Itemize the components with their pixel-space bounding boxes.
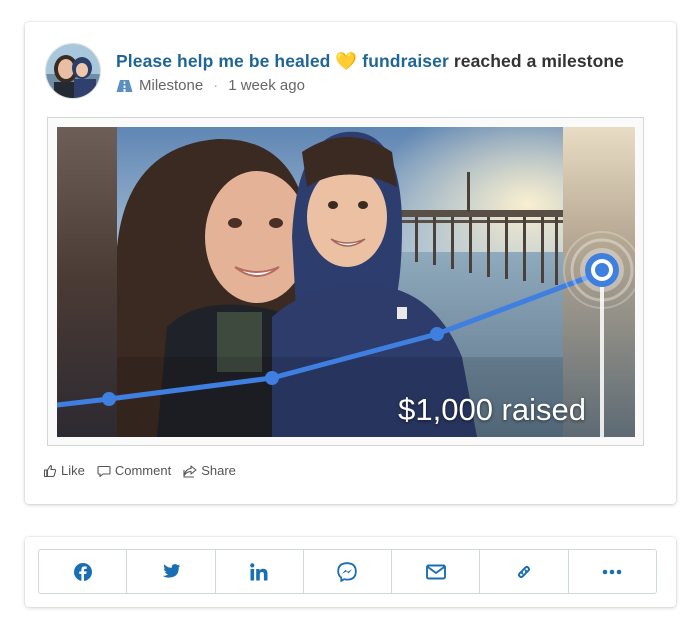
milestone-media[interactable]: $1,000 raised xyxy=(57,127,635,437)
copy-link-button[interactable] xyxy=(480,550,569,593)
post-headline: Please help me be healed 💛 fundraiser re… xyxy=(116,51,624,72)
headline-suffix: reached a milestone xyxy=(453,51,624,71)
fundraiser-word-link[interactable]: fundraiser xyxy=(362,51,449,71)
post-actions: Like Comment Share xyxy=(43,463,236,478)
linkedin-icon xyxy=(250,562,268,580)
comment-label: Comment xyxy=(114,463,172,478)
milestone-media-frame: $1,000 raised xyxy=(47,117,644,446)
yellow-heart-emoji: 💛 xyxy=(335,51,358,71)
comment-button[interactable]: Comment xyxy=(97,463,171,478)
thumbs-up-icon xyxy=(43,464,57,477)
progress-point xyxy=(430,327,444,341)
share-twitter-button[interactable] xyxy=(127,550,216,593)
fundraiser-title-link[interactable]: Please help me be healed xyxy=(116,51,330,71)
milestone-photo xyxy=(57,127,635,437)
share-email-button[interactable] xyxy=(392,550,481,593)
post-time: 1 week ago xyxy=(228,77,305,94)
share-facebook-button[interactable] xyxy=(39,550,128,593)
link-icon xyxy=(518,565,531,578)
facebook-icon xyxy=(73,562,92,581)
share-messenger-button[interactable] xyxy=(304,550,393,593)
post-meta: Milestone · 1 week ago xyxy=(116,77,305,94)
share-linkedin-button[interactable] xyxy=(216,550,304,593)
amount-raised-caption: $1,000 raised xyxy=(398,392,586,427)
milestone-label: Milestone xyxy=(139,77,204,94)
twitter-icon xyxy=(162,563,181,578)
more-options-button[interactable] xyxy=(569,550,656,593)
milestone-post-card: Please help me be healed 💛 fundraiser re… xyxy=(25,22,676,504)
messenger-icon xyxy=(337,561,358,582)
avatar[interactable] xyxy=(45,43,101,99)
share-buttons-row xyxy=(38,549,657,594)
share-bar-card xyxy=(25,537,676,607)
like-label: Like xyxy=(61,463,85,478)
meta-separator: · xyxy=(213,77,219,94)
share-button[interactable]: Share xyxy=(183,463,236,478)
avatar-photo xyxy=(46,44,100,98)
progress-point xyxy=(102,392,116,406)
email-icon xyxy=(425,564,446,579)
share-icon xyxy=(183,464,197,478)
more-icon xyxy=(603,569,622,574)
progress-point xyxy=(265,371,279,385)
road-icon xyxy=(116,79,133,92)
like-button[interactable]: Like xyxy=(43,463,85,478)
comment-icon xyxy=(97,465,111,477)
share-label: Share xyxy=(201,463,236,478)
